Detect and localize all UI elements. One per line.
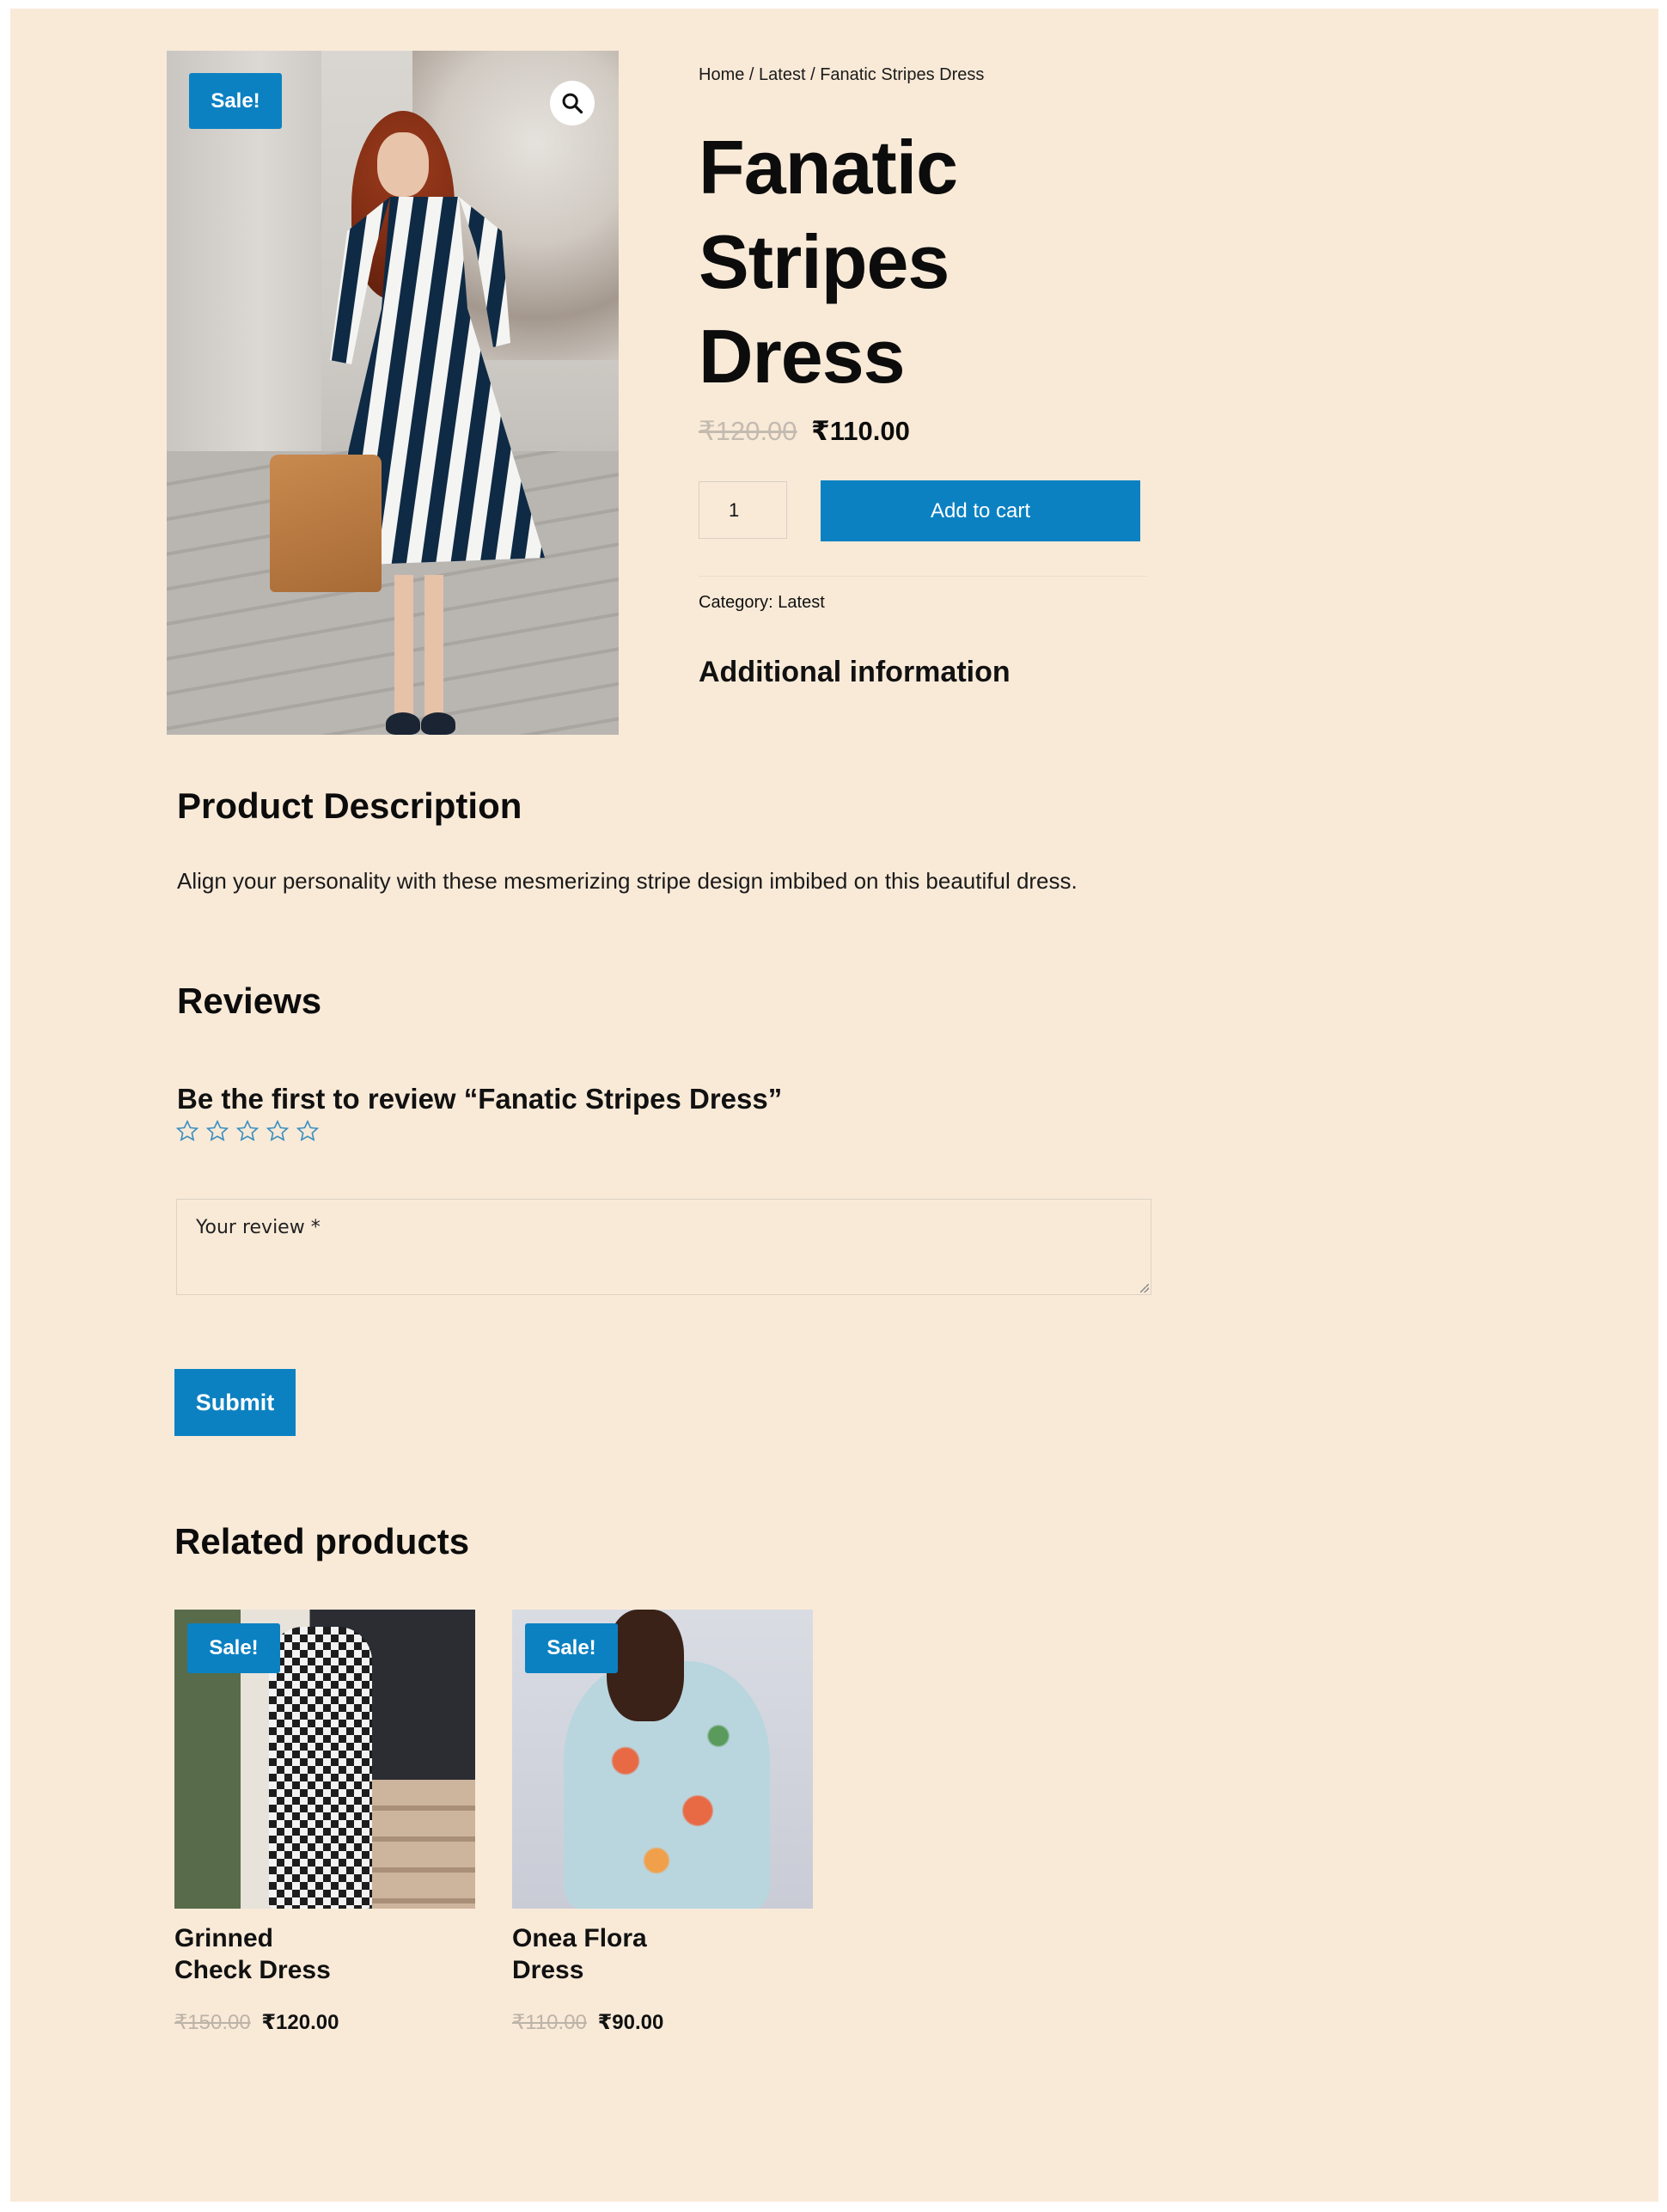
related-product-price: ₹150.00 ₹120.00: [174, 2010, 339, 2035]
related-product-title[interactable]: Grinned Check Dress: [174, 1922, 331, 1986]
sale-badge: Sale!: [525, 1623, 618, 1673]
image-shoe: [386, 712, 420, 735]
related-product-title[interactable]: Onea Flora Dress: [512, 1922, 647, 1986]
related-product-title-line: Grinned: [174, 1924, 274, 1952]
image-leg: [424, 575, 443, 721]
sale-badge: Sale!: [189, 73, 282, 129]
product-title-line: Dress: [699, 314, 906, 399]
product-main-image[interactable]: [167, 51, 619, 735]
image-face: [377, 132, 429, 197]
reviews-heading: Reviews: [177, 981, 322, 1021]
star-outline-icon[interactable]: [266, 1119, 290, 1143]
related-product-title-line: Dress: [512, 1956, 584, 1984]
image-check-dress: [269, 1627, 372, 1909]
original-price: ₹110.00: [512, 2011, 587, 2034]
related-product-title-line: Onea Flora: [512, 1924, 647, 1952]
additional-information-heading: Additional information: [699, 656, 1011, 688]
resize-handle-icon[interactable]: [1140, 1284, 1149, 1292]
star-rating-input: [175, 1119, 320, 1143]
add-to-cart-button[interactable]: Add to cart: [821, 480, 1140, 541]
breadcrumb-latest[interactable]: Latest: [759, 65, 805, 84]
sale-price: ₹120.00: [261, 2011, 339, 2034]
image-leg: [394, 575, 413, 721]
sale-badge: Sale!: [187, 1623, 280, 1673]
category-label: Category:: [699, 593, 773, 612]
quantity-input[interactable]: [699, 481, 787, 539]
original-price: ₹150.00: [174, 2011, 251, 2034]
product-title-line: Fanatic: [699, 125, 958, 210]
breadcrumb-separator: /: [810, 65, 815, 84]
breadcrumb: Home / Latest / Fanatic Stripes Dress: [699, 65, 984, 85]
star-outline-icon[interactable]: [205, 1119, 229, 1143]
original-price: ₹120.00: [699, 416, 797, 446]
description-heading: Product Description: [177, 785, 522, 826]
star-outline-icon[interactable]: [296, 1119, 320, 1143]
product-price: ₹120.00 ₹110.00: [699, 416, 910, 447]
breadcrumb-separator: /: [748, 65, 754, 84]
magnifier-icon: [562, 93, 583, 114]
review-textarea[interactable]: Your review *: [176, 1199, 1151, 1295]
related-product-title-line: Check Dress: [174, 1956, 331, 1984]
product-title-line: Stripes: [699, 219, 950, 304]
breadcrumb-home[interactable]: Home: [699, 65, 744, 84]
image-hair: [607, 1610, 684, 1721]
related-product-price: ₹110.00 ₹90.00: [512, 2010, 663, 2035]
description-text: Align your personality with these mesmer…: [177, 868, 1078, 894]
star-outline-icon[interactable]: [175, 1119, 199, 1143]
review-placeholder: Your review *: [196, 1217, 321, 1238]
image-shoe: [421, 712, 455, 735]
product-category: Category: Latest: [699, 593, 825, 613]
submit-review-button[interactable]: Submit: [174, 1369, 296, 1436]
image-handbag: [270, 455, 382, 592]
sale-price: ₹110.00: [811, 416, 910, 446]
divider: [699, 576, 1147, 577]
image-steps: [372, 1780, 475, 1909]
star-outline-icon[interactable]: [235, 1119, 260, 1143]
breadcrumb-current: Fanatic Stripes Dress: [820, 65, 985, 84]
product-title: Fanatic Stripes Dress: [699, 120, 958, 404]
sale-price: ₹90.00: [597, 2011, 664, 2034]
category-link[interactable]: Latest: [778, 593, 824, 612]
related-products-heading: Related products: [174, 1521, 470, 1561]
image-zoom-button[interactable]: [550, 81, 595, 125]
review-prompt: Be the first to review “Fanatic Stripes …: [177, 1083, 783, 1115]
